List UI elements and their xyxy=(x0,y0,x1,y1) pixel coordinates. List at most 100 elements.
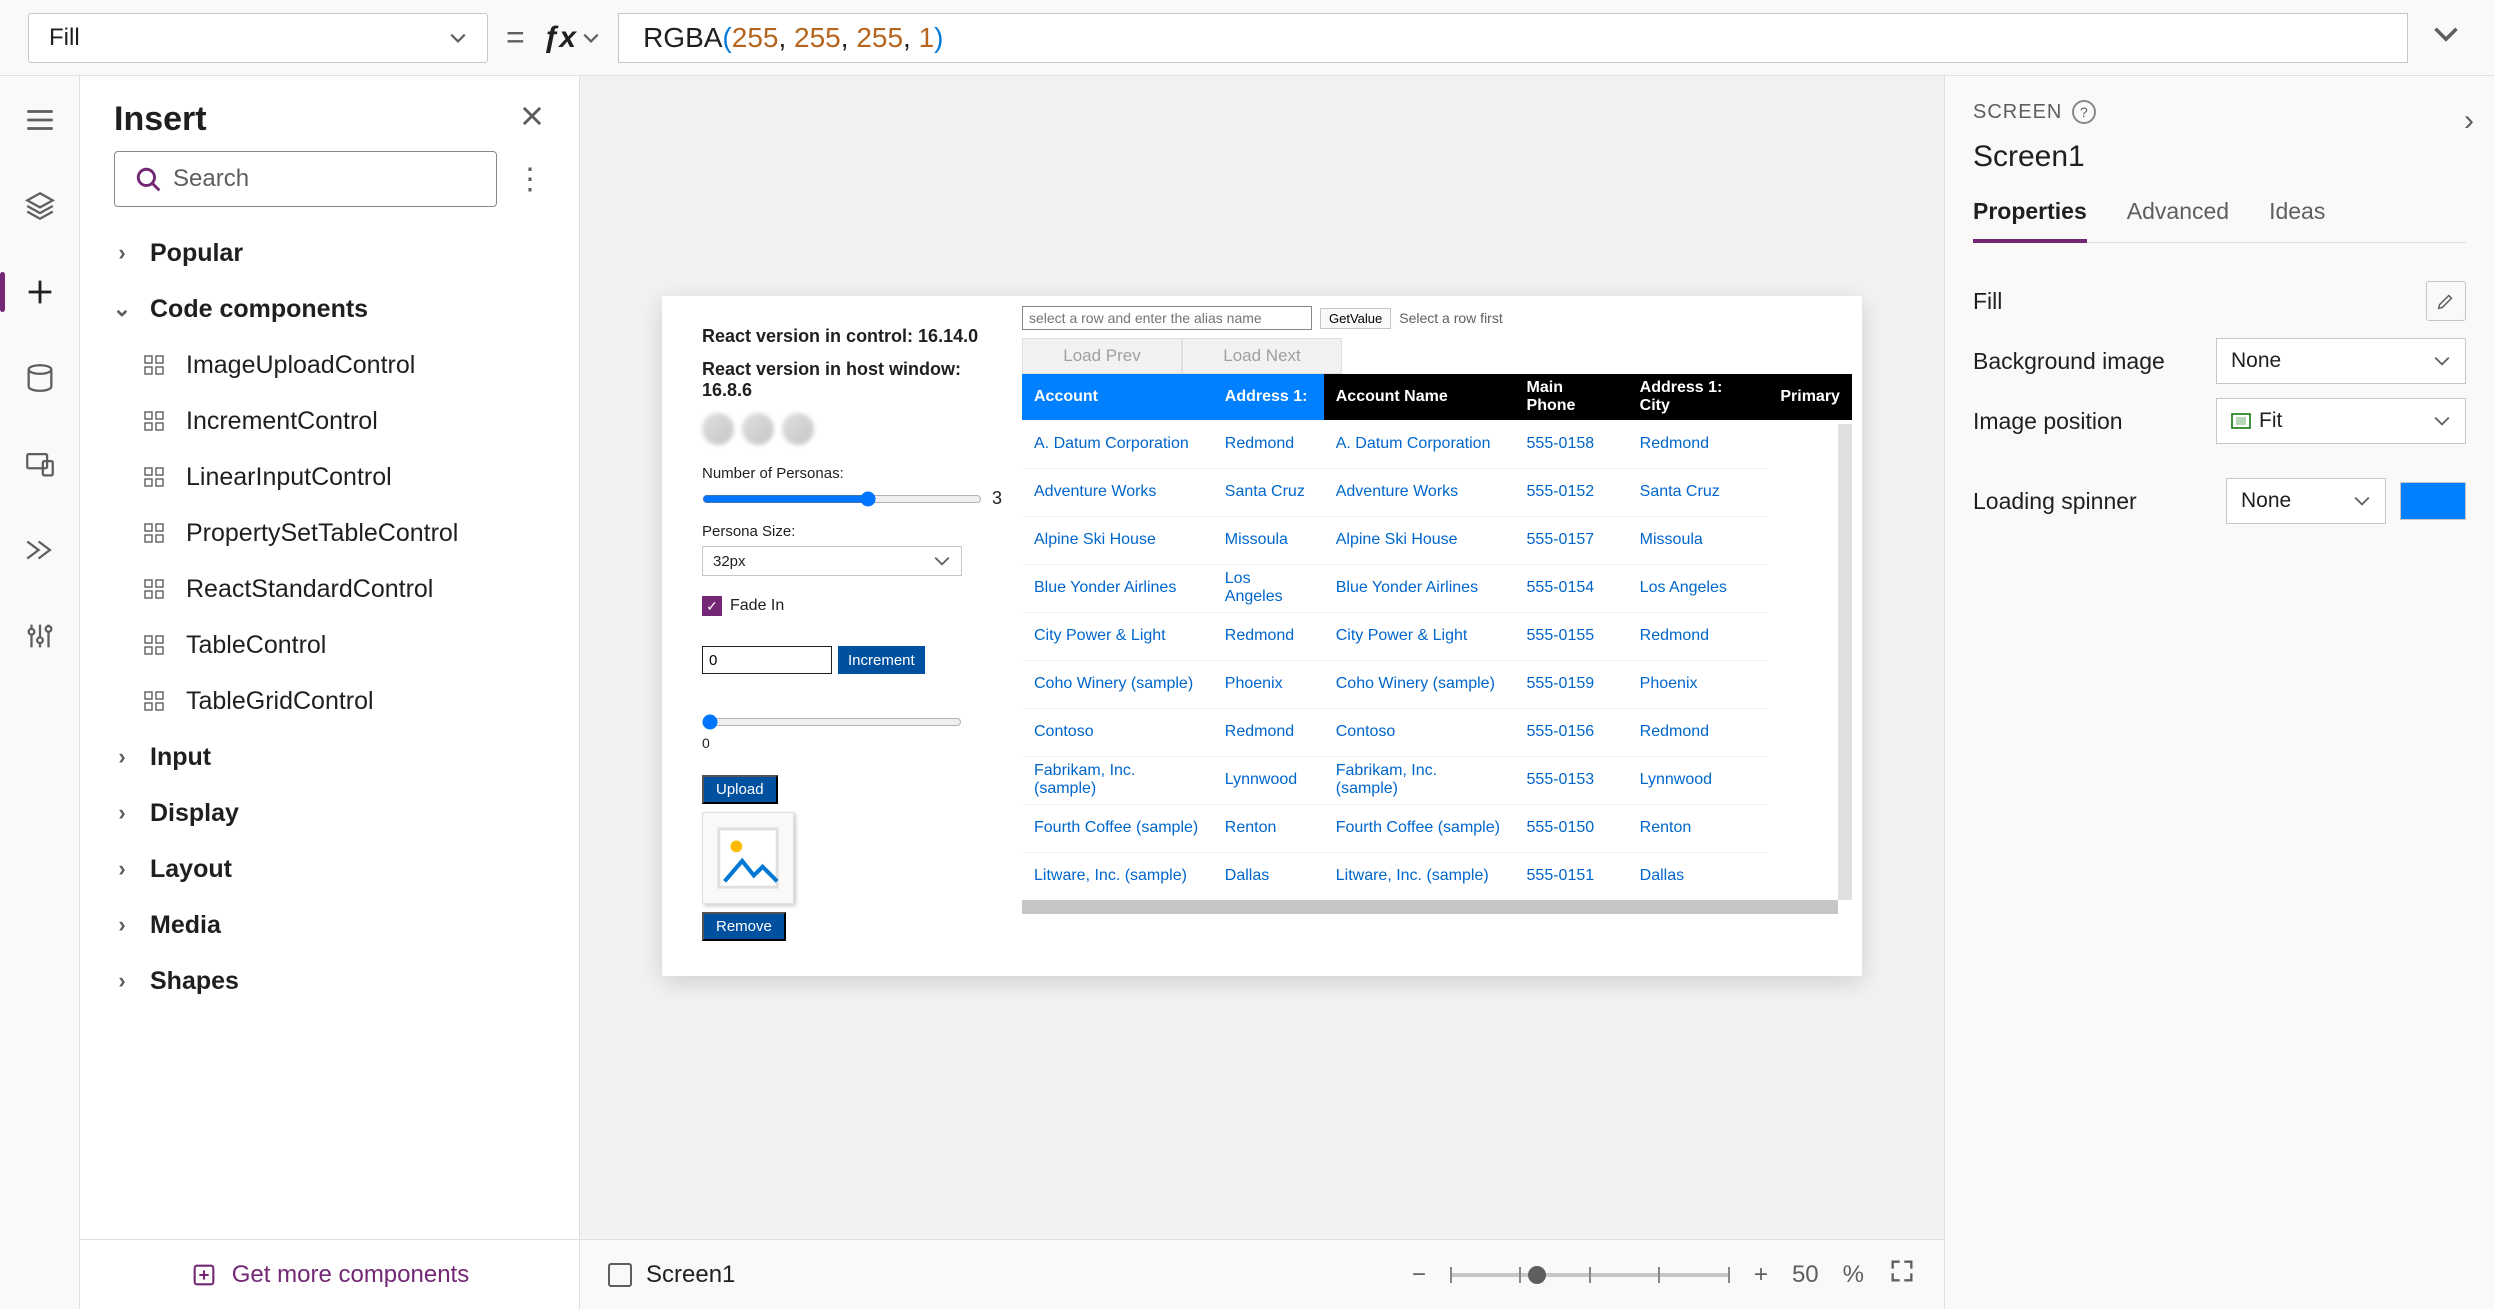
category-popular[interactable]: › Popular xyxy=(80,225,579,281)
fill-color-button[interactable] xyxy=(2426,281,2466,321)
table-cell[interactable]: Dallas xyxy=(1628,852,1769,900)
table-cell[interactable]: Redmond xyxy=(1213,420,1324,468)
fade-in-checkbox[interactable]: ✓ Fade In xyxy=(702,596,1002,616)
table-row[interactable]: Fourth Coffee (sample) Renton Fourth Coffe… xyxy=(1022,804,1852,852)
remove-button[interactable]: Remove xyxy=(702,912,786,941)
table-cell[interactable]: Los Angeles xyxy=(1628,564,1769,612)
expand-formula-button[interactable] xyxy=(2426,20,2466,55)
expand-props-button[interactable]: › xyxy=(2464,104,2474,138)
table-cell[interactable]: Redmond xyxy=(1213,612,1324,660)
table-cell[interactable]: Coho Winery (sample) xyxy=(1324,660,1515,708)
zoom-slider-thumb[interactable] xyxy=(1528,1266,1546,1284)
image-position-select[interactable]: Fit xyxy=(2216,398,2466,444)
component-item[interactable]: TableControl xyxy=(80,617,579,673)
tab-ideas[interactable]: Ideas xyxy=(2269,198,2325,242)
table-cell[interactable]: A. Datum Corporation xyxy=(1324,420,1515,468)
table-cell[interactable]: Fourth Coffee (sample) xyxy=(1022,804,1213,852)
column-header[interactable]: Account xyxy=(1022,374,1213,420)
loading-spinner-select[interactable]: None xyxy=(2226,478,2386,524)
component-item[interactable]: PropertySetTableControl xyxy=(80,505,579,561)
property-select[interactable]: Fill xyxy=(28,13,488,63)
bg-image-select[interactable]: None xyxy=(2216,338,2466,384)
column-header[interactable]: Primary xyxy=(1768,374,1852,420)
upload-button[interactable]: Upload xyxy=(702,775,778,804)
fx-label[interactable]: ƒx xyxy=(543,21,600,55)
table-cell[interactable]: 555-0154 xyxy=(1515,564,1628,612)
fullscreen-button[interactable] xyxy=(1888,1257,1916,1292)
insert-button[interactable] xyxy=(10,268,70,316)
table-row[interactable]: A. Datum CorporationRedmondA. Datum Corp… xyxy=(1022,420,1852,468)
table-cell[interactable]: 555-0155 xyxy=(1515,612,1628,660)
category-code-components[interactable]: ⌄ Code components xyxy=(80,281,579,337)
table-cell[interactable]: Blue Yonder Airlines xyxy=(1022,564,1213,612)
data-button[interactable] xyxy=(10,354,70,402)
settings-button[interactable] xyxy=(10,612,70,660)
zoom-in-button[interactable]: + xyxy=(1754,1261,1768,1289)
table-cell[interactable]: Phoenix xyxy=(1213,660,1324,708)
table-cell[interactable]: Renton xyxy=(1628,804,1769,852)
table-cell[interactable]: 555-0150 xyxy=(1515,804,1628,852)
table-row[interactable]: Coho Winery (sample)PhoenixCoho Winery (… xyxy=(1022,660,1852,708)
table-cell[interactable]: Adventure Works xyxy=(1022,468,1213,516)
table-cell[interactable]: Litware, Inc. (sample) xyxy=(1022,852,1213,900)
table-cell[interactable]: 555-0156 xyxy=(1515,708,1628,756)
insert-more-menu[interactable]: ⋮ xyxy=(515,162,545,197)
table-cell[interactable]: City Power & Light xyxy=(1022,612,1213,660)
app-preview[interactable]: React version in control: 16.14.0 React … xyxy=(662,296,1862,976)
table-cell[interactable]: 555-0157 xyxy=(1515,516,1628,564)
table-cell[interactable]: Alpine Ski House xyxy=(1022,516,1213,564)
table-cell[interactable]: Litware, Inc. (sample) xyxy=(1324,852,1515,900)
table-cell[interactable]: Contoso xyxy=(1324,708,1515,756)
column-header[interactable]: Account Name xyxy=(1324,374,1515,420)
category-input[interactable]: ›Input xyxy=(80,729,579,785)
spinner-color-swatch[interactable] xyxy=(2400,482,2466,520)
close-panel-button[interactable] xyxy=(519,103,545,137)
table-cell[interactable]: 555-0151 xyxy=(1515,852,1628,900)
load-next-button[interactable]: Load Next xyxy=(1182,338,1342,374)
component-item[interactable]: IncrementControl xyxy=(80,393,579,449)
increment-input[interactable] xyxy=(702,646,832,674)
table-cell[interactable]: Redmond xyxy=(1628,708,1769,756)
table-cell[interactable]: Missoula xyxy=(1213,516,1324,564)
get-more-components-button[interactable]: Get more components xyxy=(80,1239,579,1309)
getvalue-button[interactable]: GetValue xyxy=(1320,308,1391,329)
table-cell[interactable]: 555-0159 xyxy=(1515,660,1628,708)
table-row[interactable]: ContosoRedmondContoso555-0156Redmond xyxy=(1022,708,1852,756)
table-row[interactable]: Blue Yonder AirlinesLos AngelesBlue Yond… xyxy=(1022,564,1852,612)
table-cell[interactable]: Lynnwood xyxy=(1213,756,1324,804)
help-icon[interactable]: ? xyxy=(2072,100,2096,124)
table-cell[interactable]: Fourth Coffee (sample) xyxy=(1324,804,1515,852)
table-cell[interactable]: A. Datum Corporation xyxy=(1022,420,1213,468)
zoom-out-button[interactable]: − xyxy=(1412,1261,1426,1289)
table-cell[interactable]: Phoenix xyxy=(1628,660,1769,708)
table-cell[interactable]: Redmond xyxy=(1213,708,1324,756)
component-item[interactable]: ReactStandardControl xyxy=(80,561,579,617)
component-item[interactable]: ImageUploadControl xyxy=(80,337,579,393)
table-cell[interactable]: Redmond xyxy=(1628,420,1769,468)
table-row[interactable]: Alpine Ski HouseMissoulaAlpine Ski House… xyxy=(1022,516,1852,564)
table-cell[interactable]: Adventure Works xyxy=(1324,468,1515,516)
column-header[interactable]: Address 1: City xyxy=(1628,374,1769,420)
table-cell[interactable]: Lynnwood xyxy=(1628,756,1769,804)
hamburger-button[interactable] xyxy=(10,96,70,144)
component-item[interactable]: LinearInputControl xyxy=(80,449,579,505)
num-personas-slider[interactable] xyxy=(702,491,982,507)
load-prev-button[interactable]: Load Prev xyxy=(1022,338,1182,374)
table-cell[interactable]: 555-0158 xyxy=(1515,420,1628,468)
table-cell[interactable]: Blue Yonder Airlines xyxy=(1324,564,1515,612)
power-automate-button[interactable] xyxy=(10,526,70,574)
table-cell[interactable]: Los Angeles xyxy=(1213,564,1324,612)
media-button[interactable] xyxy=(10,440,70,488)
table-cell[interactable]: Redmond xyxy=(1628,612,1769,660)
tree-view-button[interactable] xyxy=(10,182,70,230)
table-cell[interactable]: Fabrikam, Inc. (sample) xyxy=(1324,756,1515,804)
table-row[interactable]: Litware, Inc. (sample) Dallas Litware, Inc… xyxy=(1022,852,1852,900)
persona-size-select[interactable]: 32px xyxy=(702,546,962,576)
table-cell[interactable]: City Power & Light xyxy=(1324,612,1515,660)
data-grid[interactable]: AccountAddress 1:Account NameMain PhoneA… xyxy=(1022,374,1852,914)
table-cell[interactable]: Santa Cruz xyxy=(1628,468,1769,516)
category-shapes[interactable]: ›Shapes xyxy=(80,953,579,1009)
table-cell[interactable]: Alpine Ski House xyxy=(1324,516,1515,564)
table-cell[interactable]: 555-0152 xyxy=(1515,468,1628,516)
table-cell[interactable]: Coho Winery (sample) xyxy=(1022,660,1213,708)
